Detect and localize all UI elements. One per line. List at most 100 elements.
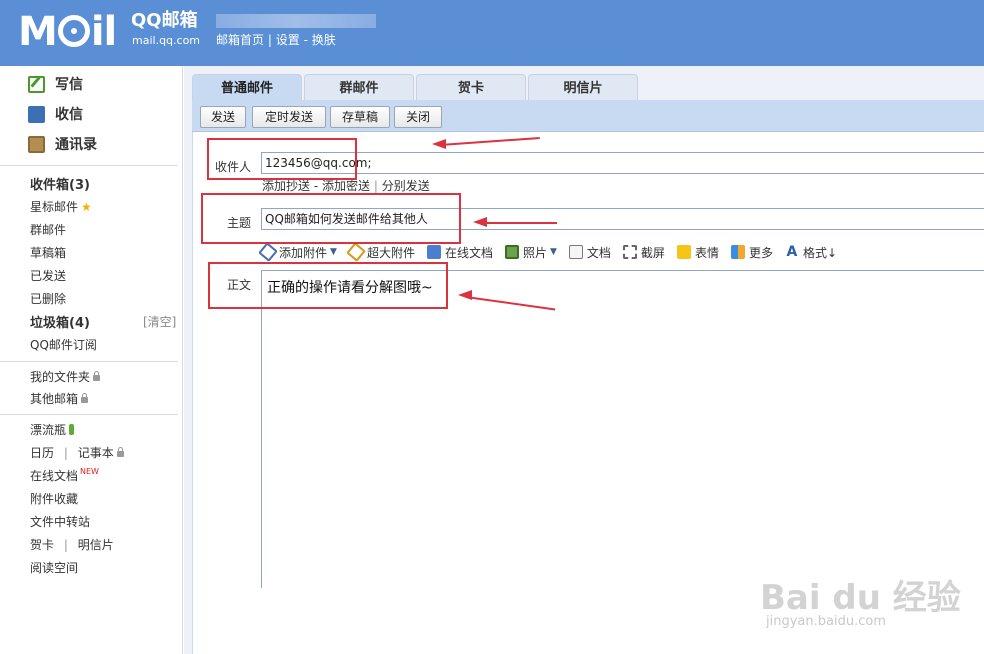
bottle-icon [69,424,75,435]
sidebar-item-subscribe[interactable]: QQ邮件订阅 [30,336,97,353]
sidebar-item-spam[interactable]: 垃圾箱(4) [30,312,90,331]
compose-toolbar: 发送 定时发送 存草稿 关闭 [192,100,984,132]
drift-bottle-label: 漂流瓶 [30,423,67,437]
close-button[interactable]: 关闭 [394,106,442,128]
annotation-arrow [482,222,557,224]
receive-mail-button[interactable]: 收信 [28,103,83,125]
online-docs-button[interactable]: 在线文档 [426,244,493,261]
header-dash: - [303,33,308,47]
sidebar-item-online-docs[interactable]: 在线文档 NEW [30,467,99,484]
add-attachment-button[interactable]: 添加附件 ▼ [258,242,337,262]
chevron-down-icon[interactable]: ▼ [330,247,337,257]
font-format-icon: A [786,244,798,260]
change-skin-link[interactable]: 换肤 [312,33,336,47]
baidu-watermark: Bai du 经验 [760,578,961,618]
sidebar-item-file-transfer[interactable]: 文件中转站 [30,513,90,530]
sidebar-item-postcard[interactable]: 明信片 [78,538,114,552]
new-badge: NEW [80,467,99,476]
starred-label: 星标邮件 [30,200,79,214]
sidebar-item-sent[interactable]: 已发送 [30,267,66,284]
chevron-down-icon[interactable]: ▼ [550,247,557,257]
annotation-arrowhead [458,290,472,300]
emoji-button[interactable]: 表情 [676,244,719,261]
settings-link[interactable]: 设置 [276,33,300,47]
top-header: Mil QQ邮箱 mail.qq.com 邮箱首页 | 设置 - 换肤 [0,0,984,66]
tab-greeting-card[interactable]: 贺卡 [416,74,526,101]
write-mail-button[interactable]: 写信 [28,73,83,95]
star-icon: ★ [81,200,92,214]
recipient-input[interactable]: 123456@qq.com; [261,152,984,174]
tab-postcard[interactable]: 明信片 [528,74,638,101]
lock-icon [81,393,89,403]
receive-label: 收信 [55,107,83,123]
sidebar-item-inbox[interactable]: 收件箱(3) [30,174,90,193]
annotation-box-subject [201,193,461,244]
separator: | [63,538,68,552]
sidebar-row-card-postcard: 贺卡 | 明信片 [30,536,114,553]
sidebar-item-notes[interactable]: 记事本 [78,446,114,460]
mailbox-home-link[interactable]: 邮箱首页 [216,33,264,47]
separate-send-link[interactable]: 分别发送 [382,179,430,193]
sidebar-item-other-mailbox[interactable]: 其他邮箱 [30,390,89,407]
separator: | [373,179,378,193]
document-icon [568,245,583,259]
product-name: QQ邮箱 [131,10,198,31]
sidebar-item-attachment-favorites[interactable]: 附件收藏 [30,490,78,507]
mail-logo[interactable]: Mil [18,8,117,56]
smiley-icon [676,245,691,259]
sidebar-item-drafts[interactable]: 草稿箱 [30,244,66,261]
add-cc-link[interactable]: 添加抄送 [262,179,310,193]
schedule-send-button[interactable]: 定时发送 [252,106,326,128]
header-separator: | [267,33,272,47]
clear-spam-link[interactable]: [清空] [143,313,176,330]
screenshot-label: 截屏 [640,245,665,260]
screenshot-icon [622,245,637,259]
contacts-label: 通讯录 [55,137,97,153]
online-docs-label: 在线文档 [30,469,79,483]
my-folders-label: 我的文件夹 [30,370,91,384]
sidebar-item-drift-bottle[interactable]: 漂流瓶 [30,421,75,438]
sidebar-item-calendar[interactable]: 日历 [30,446,54,460]
inbox-icon [28,105,45,123]
tab-normal-mail[interactable]: 普通邮件 [192,74,302,101]
large-attachment-button[interactable]: 超大附件 [346,242,415,262]
sidebar-item-reading-space[interactable]: 阅读空间 [30,559,78,576]
body-editor[interactable]: 正确的操作请看分解图哦~ [261,270,984,588]
save-draft-button[interactable]: 存草稿 [330,106,390,128]
contacts-button[interactable]: 通讯录 [28,133,97,155]
baidu-watermark-url: jingyan.baidu.com [766,614,886,629]
photo-icon [504,245,519,259]
annotation-box-recipient [207,138,357,180]
dash: - [313,179,319,193]
sidebar-item-my-folders[interactable]: 我的文件夹 [30,368,101,385]
tab-group-mail[interactable]: 群邮件 [304,74,414,101]
sidebar-item-starred[interactable]: 星标邮件 ★ [30,198,92,215]
divider [0,165,178,166]
grid-icon [730,245,745,259]
attachment-toolbar: 添加附件 ▼ 超大附件 在线文档 照片 ▼ 文档 截屏 表情 更多 A 格式↓ [258,242,849,262]
product-url: mail.qq.com [132,34,201,47]
sidebar-item-deleted[interactable]: 已删除 [30,290,66,307]
header-links: 邮箱首页 | 设置 - 换肤 [216,31,336,48]
screenshot-button[interactable]: 截屏 [622,244,665,261]
write-label: 写信 [55,77,83,93]
sidebar-item-group-mail[interactable]: 群邮件 [30,221,66,238]
add-attachment-label: 添加附件 [279,245,328,260]
send-button[interactable]: 发送 [200,106,246,128]
format-button[interactable]: A 格式↓ [785,244,837,261]
document-button[interactable]: 文档 [568,244,611,261]
other-mailbox-label: 其他邮箱 [30,392,79,406]
blurred-account-name [216,14,376,28]
document-label: 文档 [586,245,611,260]
add-bcc-link[interactable]: 添加密送 [322,179,370,193]
lock-icon [93,371,101,381]
paperclip-icon [258,242,278,262]
lock-icon [116,447,124,457]
more-button[interactable]: 更多 [730,244,773,261]
divider [0,361,178,362]
photo-button[interactable]: 照片 ▼ [504,244,557,261]
sidebar-row-calendar-notes: 日历 | 记事本 [30,444,124,461]
online-docs-label: 在线文档 [444,245,493,260]
annotation-box-body [208,262,448,309]
sidebar-item-card[interactable]: 贺卡 [30,538,54,552]
